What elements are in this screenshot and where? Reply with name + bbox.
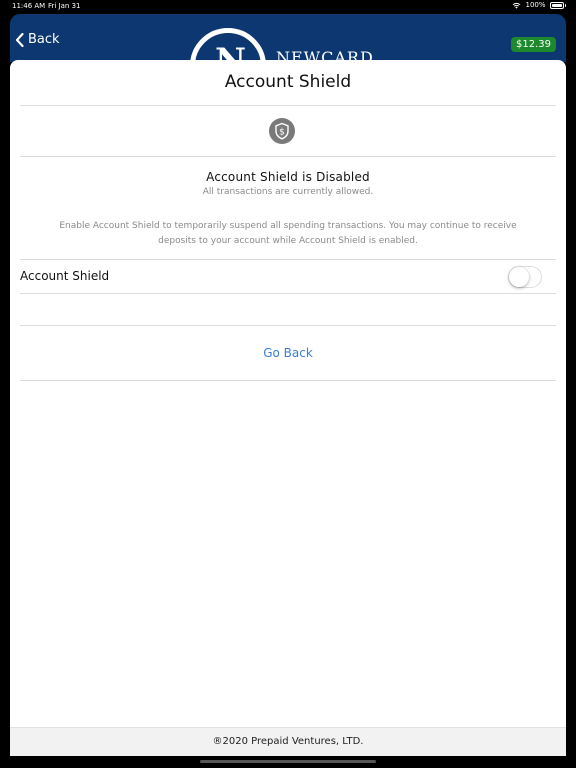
status-date: Fri Jan 31	[48, 2, 81, 10]
battery-icon	[549, 1, 564, 9]
divider	[20, 105, 556, 106]
chevron-left-icon	[15, 32, 24, 47]
account-shield-label: Account Shield	[20, 269, 110, 283]
toggle-knob	[509, 267, 529, 287]
footer: ®2020 Prepaid Ventures, LTD.	[10, 727, 566, 756]
status-time: 11:46 AM	[12, 2, 46, 10]
home-indicator[interactable]	[200, 760, 376, 763]
battery-cap	[564, 3, 566, 7]
shield-status-title: Account Shield is Disabled	[206, 170, 370, 184]
app-header: Back N NEWCARD $12.39	[10, 14, 566, 62]
logo-letter: N	[215, 41, 247, 62]
balance-badge: $12.39	[511, 37, 556, 52]
wifi-icon	[513, 2, 521, 9]
status-bar: 11:46 AM Fri Jan 31 100%	[0, 0, 576, 13]
shield-description: Enable Account Shield to temporarily sus…	[59, 221, 517, 246]
battery-percent: 100%	[525, 1, 546, 9]
shield-status-subtitle: All transactions are currently allowed.	[202, 187, 374, 197]
divider	[20, 293, 556, 294]
back-button[interactable]: Back	[15, 32, 60, 47]
go-back-link[interactable]: Go Back	[10, 346, 566, 360]
brand-logo: N	[190, 28, 266, 62]
back-label: Back	[28, 32, 60, 47]
page-title: Account Shield	[224, 72, 352, 92]
divider	[20, 259, 556, 260]
divider	[20, 156, 556, 157]
status-right: 100%	[512, 1, 566, 9]
divider	[20, 325, 556, 326]
svg-text:$: $	[279, 127, 285, 137]
divider	[20, 380, 556, 381]
copyright-text: ®2020 Prepaid Ventures, LTD.	[212, 736, 364, 747]
account-shield-toggle[interactable]	[508, 266, 542, 288]
main-card: Account Shield $ Account Shield is Disab…	[10, 60, 566, 756]
shield-dollar-icon: $	[269, 118, 295, 144]
